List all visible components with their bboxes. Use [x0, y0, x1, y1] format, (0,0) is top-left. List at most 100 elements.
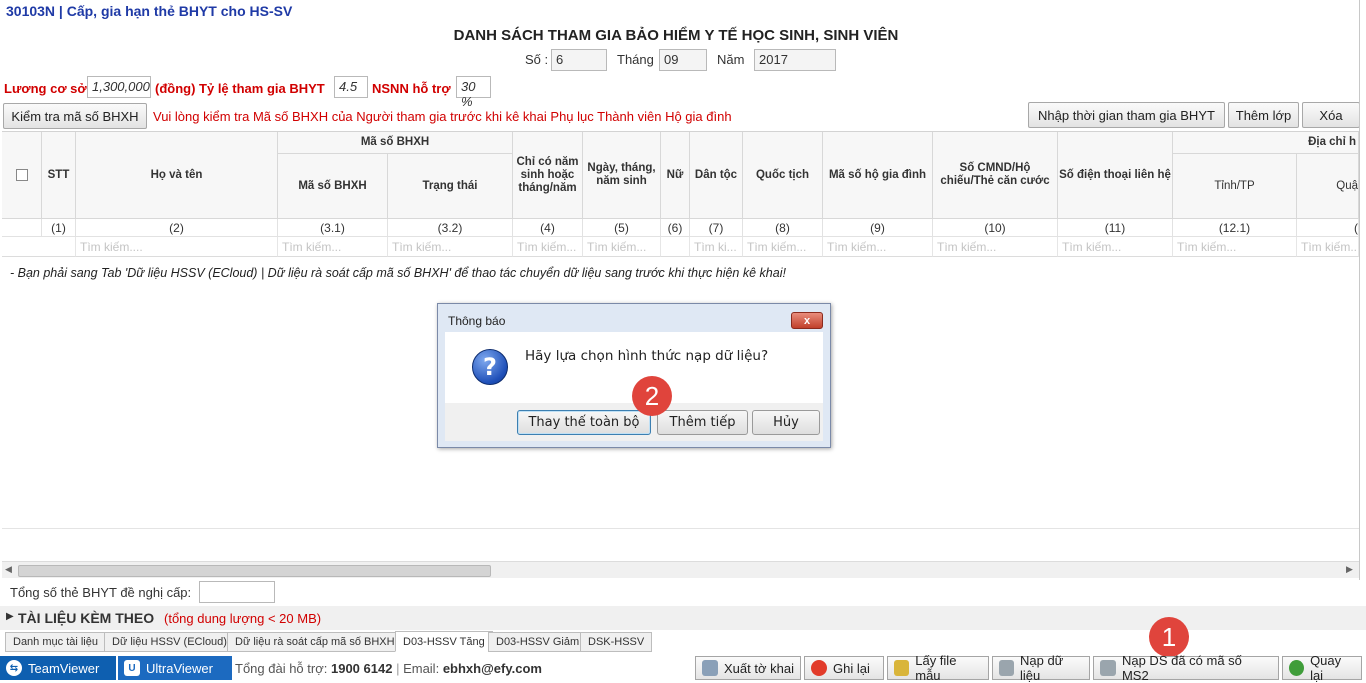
save-button[interactable]: Ghi lại: [804, 656, 884, 680]
nhap-thoi-gian-button[interactable]: Nhập thời gian tham gia BHYT: [1028, 102, 1225, 128]
tab-danh-muc[interactable]: Danh mục tài liệu: [5, 632, 106, 652]
attachments-note: (tổng dung lượng < 20 MB): [164, 611, 322, 626]
dialog-message: Hãy lựa chọn hình thức nạp dữ liệu?: [525, 348, 769, 364]
luong-field[interactable]: 1,300,000: [87, 76, 151, 98]
col-ho-ten[interactable]: Họ và tên: [76, 132, 278, 219]
save-icon: [811, 660, 827, 676]
load-data-icon: [999, 660, 1014, 676]
search-chi-co-nam[interactable]: Tìm kiếm...: [513, 237, 583, 257]
nsnn-field[interactable]: 30 %: [456, 76, 491, 109]
search-ma-ho[interactable]: Tìm kiếm...: [823, 237, 933, 257]
tab-d03-tang[interactable]: D03-HSSV Tăng: [395, 631, 493, 652]
nsnn-label: NSNN hỗ trợ: [372, 81, 451, 96]
load-data-button[interactable]: Nạp dữ liệu: [992, 653, 1090, 683]
search-quan[interactable]: Tìm kiếm...: [1297, 237, 1359, 257]
search-dan-toc[interactable]: Tìm ki...: [690, 237, 743, 257]
back-button[interactable]: Quay lại: [1282, 653, 1362, 683]
col-quan[interactable]: Quậ: [1297, 154, 1359, 219]
scroll-left-icon[interactable]: ◀: [5, 564, 12, 575]
num-cell: (1): [42, 219, 76, 237]
ultraviewer-button[interactable]: U UltraViewer: [118, 656, 232, 680]
thang-label: Tháng: [617, 52, 654, 67]
support-label: Tổng đài hỗ trợ:: [235, 661, 328, 676]
horizontal-scrollbar[interactable]: ◀ ▶: [2, 561, 1359, 578]
ty-le-field[interactable]: 4.5: [334, 76, 368, 98]
col-dan-toc[interactable]: Dân tộc: [690, 132, 743, 219]
app-title: 30103N | Cấp, gia hạn thẻ BHYT cho HS-SV: [6, 3, 293, 19]
export-icon: [702, 660, 718, 676]
col-tinh[interactable]: Tỉnh/TP: [1173, 154, 1297, 219]
num-cell: (2): [76, 219, 278, 237]
close-icon[interactable]: x: [791, 312, 823, 329]
search-ma-so[interactable]: Tìm kiếm...: [278, 237, 388, 257]
col-cmnd[interactable]: Số CMND/Hộ chiếu/Thẻ căn cước: [933, 132, 1058, 219]
col-dien-thoai[interactable]: Số điện thoại liên hệ: [1058, 132, 1173, 219]
email-label: Email:: [403, 661, 440, 676]
load-ms2-label: Nạp DS đã có mã số MS2: [1121, 653, 1242, 683]
question-icon: ?: [472, 349, 508, 385]
tab-ra-soat[interactable]: Dữ liệu rà soát cấp mã số BHXH: [227, 632, 403, 652]
back-label: Quay lại: [1310, 653, 1342, 683]
search-ngay-sinh[interactable]: Tìm kiếm...: [583, 237, 661, 257]
teamviewer-button[interactable]: ⇆ TeamViewer: [0, 656, 116, 680]
so-field[interactable]: 6: [551, 49, 607, 71]
template-button[interactable]: Lấy file mẫu: [887, 653, 989, 683]
tab-dsk[interactable]: DSK-HSSV: [580, 632, 653, 652]
num-cell: (11): [1058, 219, 1173, 237]
col-chi-co-nam[interactable]: Chỉ có năm sinh hoặc tháng/năm: [513, 132, 583, 219]
col-quoc-tich[interactable]: Quốc tịch: [743, 132, 823, 219]
data-grid: STT Họ và tên Mã số BHXH Mã số BHXH Trạn…: [2, 131, 1359, 261]
export-button[interactable]: Xuất tờ khai: [695, 656, 801, 680]
search-quoc-tich[interactable]: Tìm kiếm...: [743, 237, 823, 257]
support-info: Tổng đài hỗ trợ: 1900 6142 | Email: ebhx…: [235, 661, 542, 676]
num-cell: (9): [823, 219, 933, 237]
num-cell: [2, 219, 42, 237]
cancel-button[interactable]: Hủy: [752, 410, 820, 435]
total-field[interactable]: [199, 581, 275, 603]
search-nu[interactable]: [661, 237, 690, 257]
expand-arrow-icon[interactable]: ▶: [6, 611, 14, 622]
col-ma-ho[interactable]: Mã số hộ gia đình: [823, 132, 933, 219]
col-nu[interactable]: Nữ: [661, 132, 690, 219]
select-all-cell: [2, 132, 42, 219]
search-trang-thai[interactable]: Tìm kiếm...: [388, 237, 513, 257]
scroll-right-icon[interactable]: ▶: [1346, 564, 1353, 575]
teamviewer-label: TeamViewer: [28, 660, 100, 676]
append-button[interactable]: Thêm tiếp: [657, 410, 748, 435]
tab-du-lieu-hssv[interactable]: Dữ liệu HSSV (ECloud): [104, 632, 235, 652]
load-data-label: Nạp dữ liệu: [1019, 653, 1064, 683]
replace-all-button[interactable]: Thay thế toàn bộ: [517, 410, 651, 435]
col-group-ma-so: Mã số BHXH: [278, 132, 513, 154]
save-label: Ghi lại: [833, 660, 870, 676]
thang-field[interactable]: 09: [659, 49, 707, 71]
notification-dialog: Thông báo x ? Hãy lựa chọn hình thức nạp…: [437, 303, 831, 448]
col-ngay-sinh[interactable]: Ngày, tháng, năm sinh: [583, 132, 661, 219]
num-cell: (12.1): [1173, 219, 1297, 237]
xoa-button[interactable]: Xóa: [1302, 102, 1360, 128]
search-ho-ten[interactable]: Tìm kiếm....: [76, 237, 278, 257]
check-bhxh-button[interactable]: Kiểm tra mã số BHXH: [3, 103, 147, 129]
attachments-title: TÀI LIỆU KÈM THEO: [18, 610, 155, 626]
col-trang-thai[interactable]: Trạng thái: [388, 154, 513, 219]
load-ms2-button[interactable]: Nạp DS đã có mã số MS2: [1093, 653, 1279, 683]
num-cell: (7): [690, 219, 743, 237]
search-dien-thoai[interactable]: Tìm kiếm...: [1058, 237, 1173, 257]
support-email[interactable]: ebhxh@efy.com: [443, 661, 542, 676]
scrollbar-thumb[interactable]: [18, 565, 491, 577]
them-lop-button[interactable]: Thêm lớp: [1228, 102, 1299, 128]
num-cell: (4): [513, 219, 583, 237]
support-phone: 1900 6142: [330, 661, 393, 676]
teamviewer-icon: ⇆: [6, 660, 22, 676]
select-all-checkbox[interactable]: [15, 169, 28, 181]
load-ms2-icon: [1100, 660, 1116, 676]
ultraviewer-icon: U: [124, 660, 140, 676]
num-cell: (10): [933, 219, 1058, 237]
col-ma-so-bhxh[interactable]: Mã số BHXH: [278, 154, 388, 219]
dialog-title: Thông báo: [448, 314, 506, 328]
tab-d03-giam[interactable]: D03-HSSV Giảm: [488, 632, 588, 652]
search-tinh[interactable]: Tìm kiếm...: [1173, 237, 1297, 257]
col-stt[interactable]: STT: [42, 132, 76, 219]
grid-empty-area: [2, 528, 1359, 561]
search-cmnd[interactable]: Tìm kiếm...: [933, 237, 1058, 257]
nam-field[interactable]: 2017: [754, 49, 836, 71]
